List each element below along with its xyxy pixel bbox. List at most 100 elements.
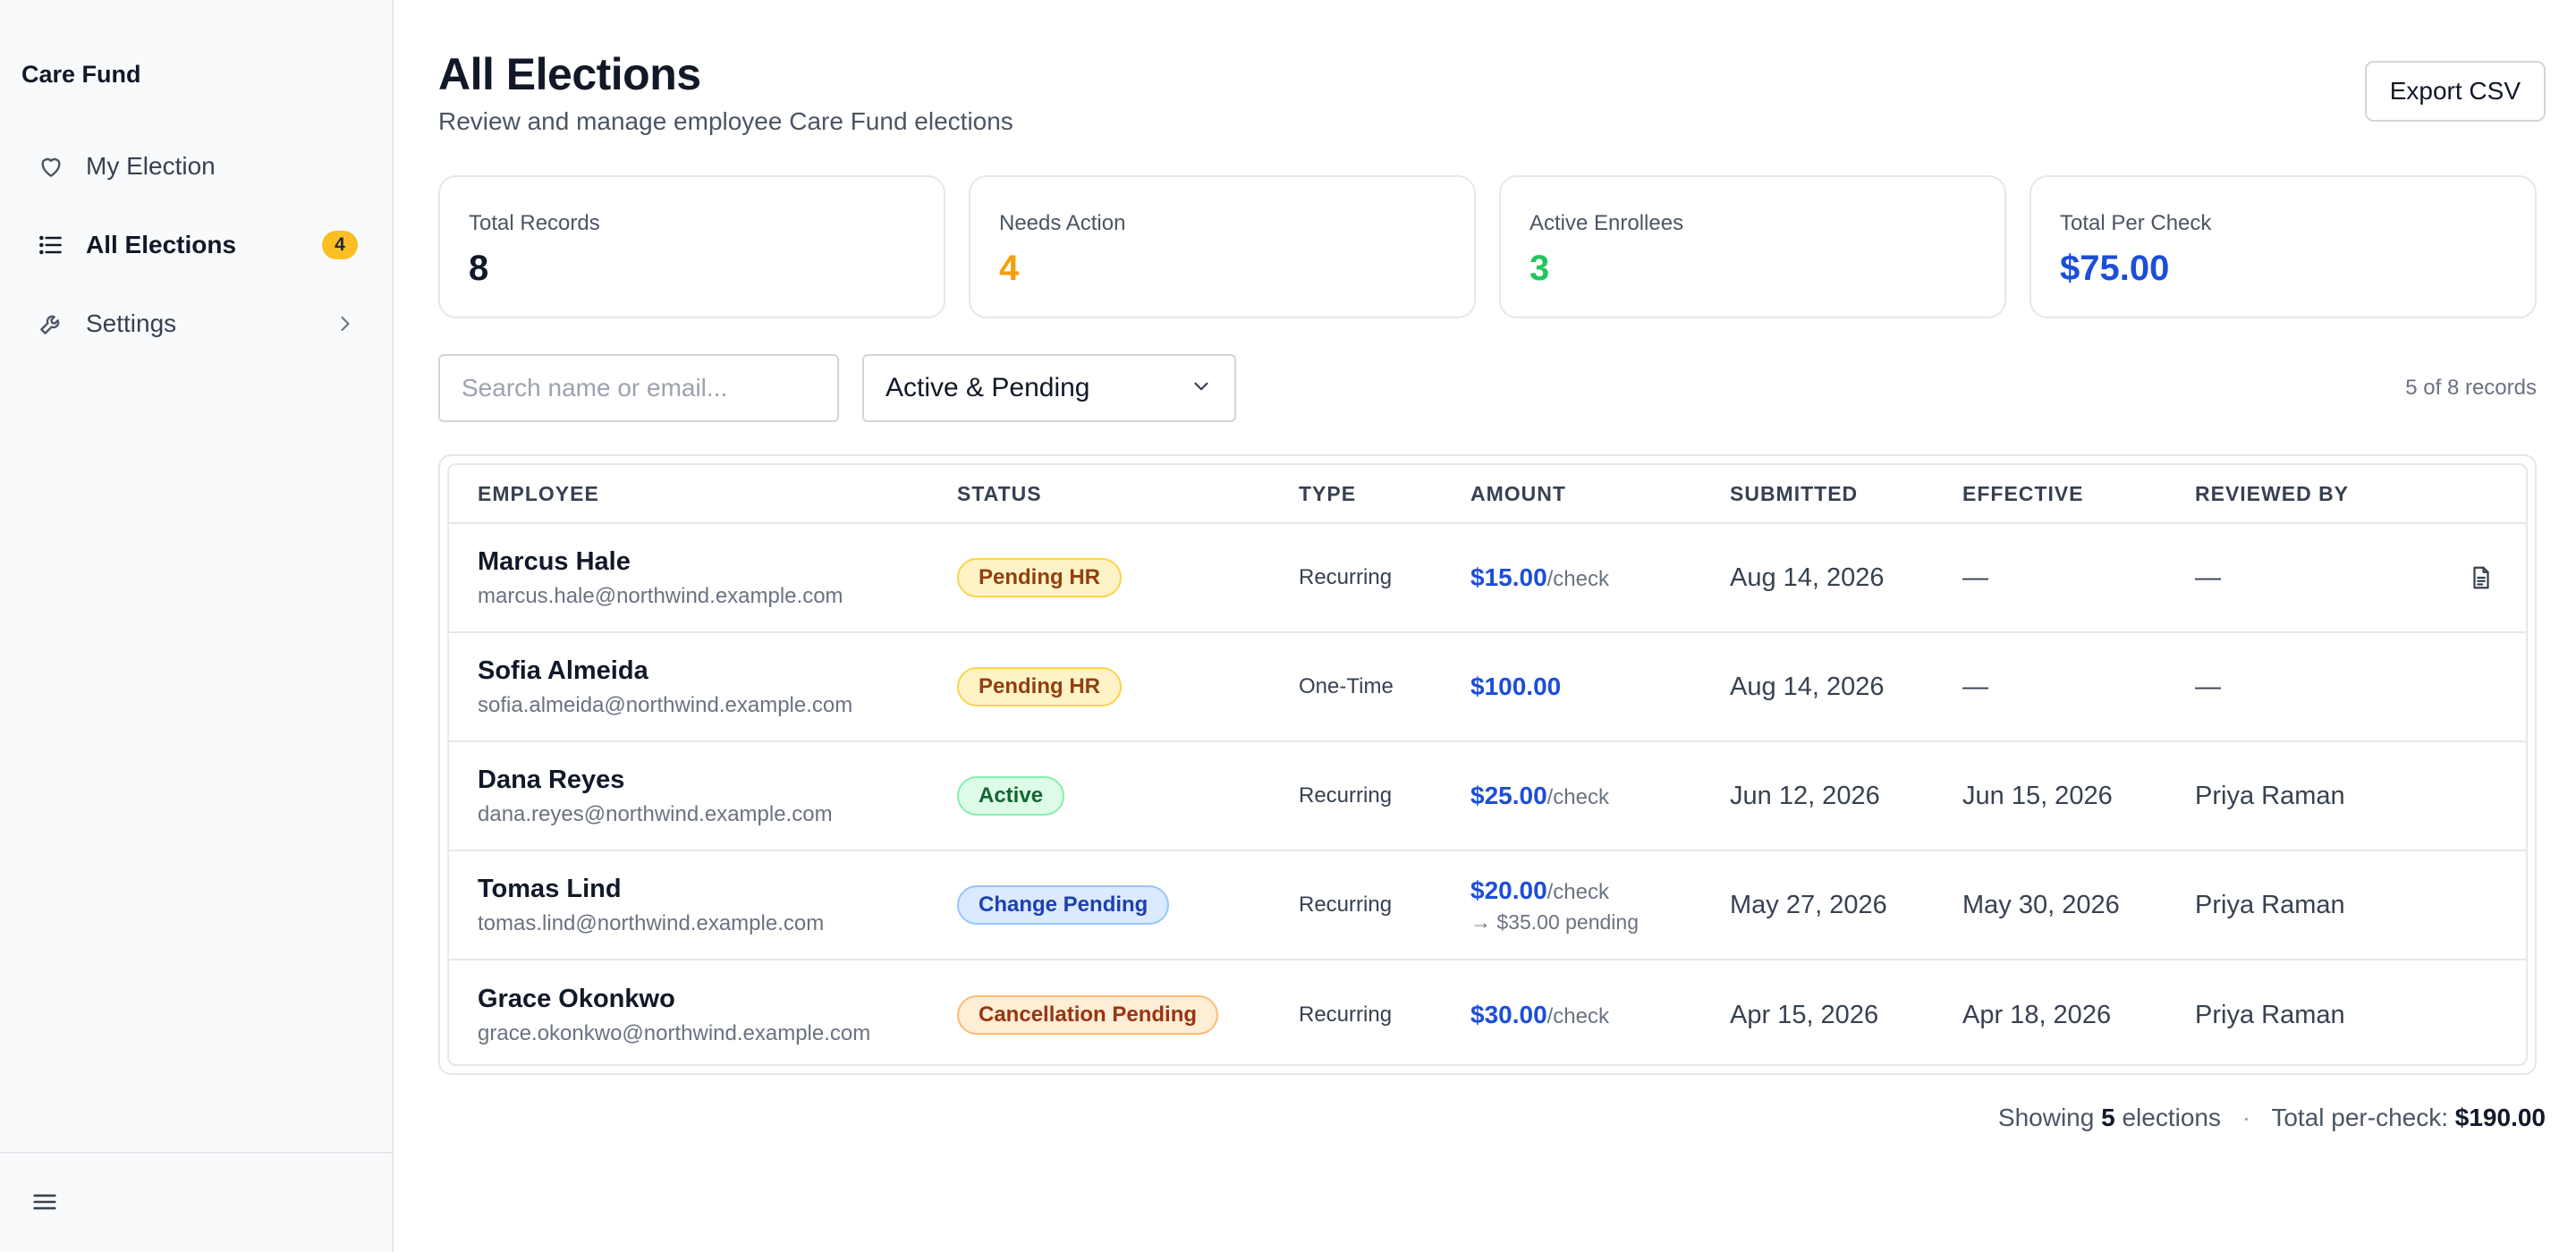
main-content: All Elections Review and manage employee… [394, 0, 2576, 1252]
amount-unit: /check [1546, 1004, 1610, 1028]
column-header-status[interactable]: STATUS [957, 482, 1299, 506]
employee-cell: Dana Reyes dana.reyes@northwind.example.… [449, 766, 957, 827]
amount-cell: $30.00/check [1470, 1001, 1730, 1029]
effective-cell: Jun 15, 2026 [1962, 781, 2113, 810]
type-cell: Recurring [1299, 565, 1393, 589]
amount-cell: $20.00/check → $35.00 pending [1470, 876, 1730, 935]
reviewed-by-cell: Priya Raman [2195, 890, 2345, 919]
sidebar-item-settings[interactable]: Settings [18, 292, 376, 356]
employee-cell: Tomas Lind tomas.lind@northwind.example.… [449, 875, 957, 936]
pending-count-badge: 4 [322, 231, 358, 259]
effective-cell: — [1962, 563, 1988, 592]
stat-value: 3 [1530, 249, 1550, 288]
stat-card-total-per-check: Total Per Check $75.00 [2029, 175, 2537, 318]
submitted-cell: Apr 15, 2026 [1730, 1000, 1879, 1029]
stat-label: Total Records [469, 211, 600, 235]
status-badge: Cancellation Pending [957, 995, 1219, 1035]
column-header-type[interactable]: TYPE [1299, 482, 1470, 506]
amount-cell: $25.00/check [1470, 782, 1730, 810]
table-row[interactable]: Grace Okonkwo grace.okonkwo@northwind.ex… [449, 960, 2526, 1064]
showing-count: 5 [2101, 1104, 2115, 1131]
sidebar-item-label: Settings [86, 309, 177, 337]
actions-cell [2436, 563, 2526, 593]
brand-name: Care Fund [21, 61, 141, 88]
column-header-reviewed-by[interactable]: REVIEWED BY [2195, 482, 2436, 506]
employee-name: Grace Okonkwo [478, 984, 675, 1013]
sidebar-item-all-elections[interactable]: All Elections 4 [18, 213, 376, 277]
submitted-cell: Aug 14, 2026 [1730, 563, 1885, 592]
total-per-check-value: $190.00 [2454, 1104, 2546, 1131]
amount-value: $15.00 [1470, 563, 1547, 591]
column-header-employee[interactable]: EMPLOYEE [449, 482, 957, 506]
sidebar: Care Fund My Election All Elections 4 Se… [0, 0, 394, 1252]
type-cell: Recurring [1299, 783, 1393, 808]
filter-toolbar: Active & Pending 5 of 8 records [438, 354, 2537, 422]
amount-cell: $100.00 [1470, 673, 1730, 701]
column-header-effective[interactable]: EFFECTIVE [1962, 482, 2195, 506]
search-input[interactable] [438, 354, 839, 422]
status-cell: Active [957, 776, 1299, 816]
page-title: All Elections [438, 49, 701, 99]
employee-name: Dana Reyes [478, 765, 625, 794]
status-cell: Change Pending [957, 885, 1299, 925]
effective-cell: May 30, 2026 [1962, 890, 2120, 919]
column-header-submitted[interactable]: SUBMITTED [1730, 482, 1962, 506]
status-filter-select[interactable]: Active & Pending [862, 354, 1236, 422]
amount-unit: /check [1546, 785, 1610, 809]
showing-prefix: Showing [1997, 1104, 2095, 1131]
type-cell: One-Time [1299, 674, 1394, 698]
effective-cell: Apr 18, 2026 [1962, 1000, 2112, 1029]
stat-label: Active Enrollees [1530, 211, 1684, 235]
stat-value: $75.00 [2060, 249, 2170, 288]
stat-card-total-records: Total Records 8 [438, 175, 945, 318]
stat-value: 4 [999, 249, 1020, 288]
record-count: 5 of 8 records [2405, 376, 2537, 400]
sidebar-nav: My Election All Elections 4 Settings [18, 134, 376, 370]
table-header: EMPLOYEE STATUS TYPE AMOUNT SUBMITTED EF… [449, 465, 2526, 524]
amount-value: $100.00 [1470, 673, 1562, 700]
sidebar-item-label: All Elections [86, 231, 237, 258]
stat-label: Total Per Check [2060, 211, 2212, 235]
column-header-amount[interactable]: AMOUNT [1470, 482, 1730, 506]
reviewed-by-cell: — [2195, 672, 2221, 701]
status-cell: Pending HR [957, 558, 1299, 597]
status-badge: Pending HR [957, 667, 1122, 706]
status-cell: Cancellation Pending [957, 995, 1299, 1035]
employee-email: sofia.almeida@northwind.example.com [478, 692, 853, 717]
pending-amount-note: → $35.00 pending [1470, 909, 1639, 934]
table-row[interactable]: Tomas Lind tomas.lind@northwind.example.… [449, 851, 2526, 960]
submitted-cell: May 27, 2026 [1730, 890, 1887, 919]
table-row[interactable]: Marcus Hale marcus.hale@northwind.exampl… [449, 524, 2526, 633]
elections-table: EMPLOYEE STATUS TYPE AMOUNT SUBMITTED EF… [447, 463, 2528, 1066]
elections-table-card: EMPLOYEE STATUS TYPE AMOUNT SUBMITTED EF… [438, 454, 2537, 1075]
employee-email: grace.okonkwo@northwind.example.com [478, 1020, 871, 1045]
type-cell: Recurring [1299, 1002, 1393, 1027]
employee-email: marcus.hale@northwind.example.com [478, 583, 843, 608]
sidebar-footer [0, 1152, 392, 1252]
table-row[interactable]: Dana Reyes dana.reyes@northwind.example.… [449, 742, 2526, 851]
stats-cards: Total Records 8 Needs Action 4 Active En… [438, 175, 2537, 318]
reviewed-by-cell: Priya Raman [2195, 781, 2345, 810]
status-badge: Change Pending [957, 885, 1170, 925]
document-icon[interactable] [2466, 563, 2496, 593]
total-per-check-label: Total per-check: [2271, 1104, 2448, 1131]
employee-name: Marcus Hale [478, 546, 631, 576]
menu-toggle-button[interactable] [29, 1188, 61, 1220]
amount-value: $30.00 [1470, 1001, 1547, 1028]
sidebar-item-my-election[interactable]: My Election [18, 134, 376, 199]
employee-name: Sofia Almeida [478, 656, 648, 685]
employee-cell: Sofia Almeida sofia.almeida@northwind.ex… [449, 656, 957, 718]
heart-icon [36, 151, 66, 182]
amount-value: $20.00 [1470, 876, 1547, 904]
export-csv-button[interactable]: Export CSV [2364, 61, 2546, 122]
chevron-right-icon [333, 311, 358, 336]
reviewed-by-cell: — [2195, 563, 2221, 592]
employee-cell: Marcus Hale marcus.hale@northwind.exampl… [449, 547, 957, 609]
stat-card-needs-action: Needs Action 4 [969, 175, 1476, 318]
table-summary: Showing 5 elections · Total per-check: $… [1998, 1104, 2546, 1132]
employee-name: Tomas Lind [478, 874, 622, 903]
stat-label: Needs Action [999, 211, 1126, 235]
table-row[interactable]: Sofia Almeida sofia.almeida@northwind.ex… [449, 633, 2526, 742]
status-badge: Pending HR [957, 558, 1122, 597]
summary-separator: · [2241, 1104, 2251, 1131]
